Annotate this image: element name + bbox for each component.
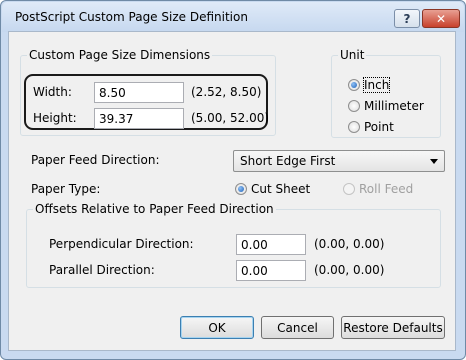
ok-button[interactable]: OK xyxy=(180,316,254,339)
help-button[interactable]: ? xyxy=(394,9,420,28)
close-icon: ✕ xyxy=(435,11,447,26)
paper-type-roll-feed-label: Roll Feed xyxy=(359,182,414,196)
restore-defaults-button[interactable]: Restore Defaults xyxy=(341,316,445,339)
height-field[interactable] xyxy=(94,108,184,129)
width-field[interactable] xyxy=(94,82,184,103)
paper-type-label: Paper Type: xyxy=(31,182,101,196)
unit-inch-radio[interactable]: Inch xyxy=(348,77,391,93)
help-icon: ? xyxy=(403,11,411,26)
window-title: PostScript Custom Page Size Definition xyxy=(15,10,248,24)
paper-feed-dropdown[interactable]: Short Edge First xyxy=(233,150,445,172)
unit-point-label: Point xyxy=(364,120,394,134)
paper-type-cut-sheet-label: Cut Sheet xyxy=(251,182,311,196)
radio-selected-icon xyxy=(348,79,360,91)
parallel-direction-field[interactable] xyxy=(236,260,306,281)
offsets-group-label: Offsets Relative to Paper Feed Direction xyxy=(35,202,274,216)
radio-unselected-icon xyxy=(348,100,360,112)
parallel-direction-range: (0.00, 0.00) xyxy=(314,263,385,277)
radio-selected-icon xyxy=(235,183,247,195)
radio-unselected-icon xyxy=(348,121,360,133)
cancel-button[interactable]: Cancel xyxy=(261,316,334,339)
unit-millimeter-label: Millimeter xyxy=(364,99,424,113)
perpendicular-direction-range: (0.00, 0.00) xyxy=(314,237,385,251)
close-button[interactable]: ✕ xyxy=(422,9,460,28)
paper-type-roll-feed-radio: Roll Feed xyxy=(343,182,413,196)
width-range: (2.52, 8.50) xyxy=(191,85,262,99)
perpendicular-direction-label: Perpendicular Direction: xyxy=(49,237,194,251)
perpendicular-direction-field[interactable] xyxy=(236,234,306,255)
height-label: Height: xyxy=(33,111,77,125)
dialog-client-area: Custom Page Size Dimensions Width: (2.52… xyxy=(8,31,456,351)
chevron-down-icon xyxy=(430,159,438,164)
unit-group-label: Unit xyxy=(340,48,365,62)
radio-disabled-icon xyxy=(343,183,355,195)
paper-type-cut-sheet-radio[interactable]: Cut Sheet xyxy=(235,182,310,196)
unit-millimeter-radio[interactable]: Millimeter xyxy=(348,99,424,113)
unit-point-radio[interactable]: Point xyxy=(348,120,394,134)
parallel-direction-label: Parallel Direction: xyxy=(49,263,155,277)
paper-feed-label: Paper Feed Direction: xyxy=(31,153,160,167)
unit-inch-label: Inch xyxy=(362,77,391,93)
height-range: (5.00, 52.00) xyxy=(191,111,270,125)
paper-feed-value: Short Edge First xyxy=(240,154,336,168)
width-label: Width: xyxy=(33,85,72,99)
dimensions-group-label: Custom Page Size Dimensions xyxy=(29,48,211,62)
title-bar[interactable]: PostScript Custom Page Size Definition ?… xyxy=(2,2,464,32)
